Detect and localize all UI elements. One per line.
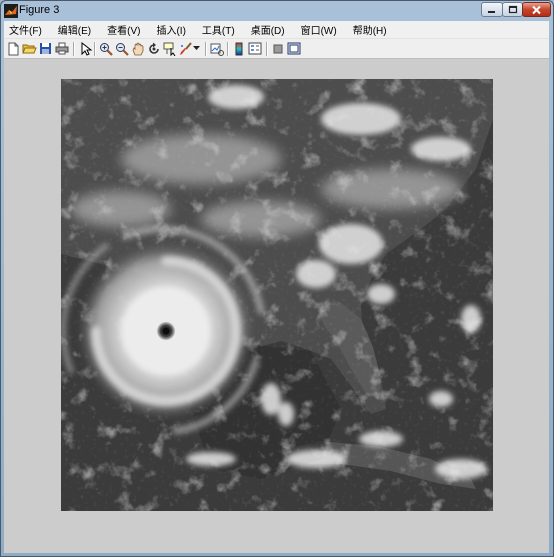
hide-plot-tools-icon xyxy=(273,44,282,53)
minimize-icon xyxy=(488,10,495,13)
pan-icon xyxy=(132,41,143,55)
pan-button[interactable] xyxy=(130,41,145,56)
edit-plot-button[interactable] xyxy=(78,41,93,56)
zoom-out-icon xyxy=(115,42,129,56)
close-button[interactable] xyxy=(522,2,551,17)
link-plot-button[interactable] xyxy=(209,41,224,56)
print-figure-icon xyxy=(55,42,68,55)
window-title: Figure 3 xyxy=(19,4,60,16)
rotate-3d-icon xyxy=(148,42,159,54)
new-figure-icon xyxy=(8,42,19,55)
figure-toolbar xyxy=(4,38,549,59)
hide-plot-tools-button[interactable] xyxy=(270,41,285,56)
open-file-icon xyxy=(22,44,37,54)
toolbar-separator xyxy=(94,42,96,56)
brush-dropdown-icon xyxy=(193,46,200,50)
zoom-in-button[interactable] xyxy=(98,41,113,56)
show-plot-tools-icon xyxy=(287,42,300,55)
maximize-button[interactable] xyxy=(502,2,523,17)
title-bar[interactable]: Figure 3 xyxy=(1,1,553,21)
close-icon xyxy=(532,5,541,14)
data-cursor-icon xyxy=(163,42,175,56)
maximize-icon xyxy=(508,5,517,14)
menu-tools[interactable]: 工具(T) xyxy=(197,22,240,37)
insert-legend-icon xyxy=(248,42,261,55)
menu-desktop[interactable]: 桌面(D) xyxy=(246,22,290,37)
menu-window[interactable]: 窗口(W) xyxy=(296,22,342,37)
image-axes[interactable] xyxy=(61,79,493,511)
save-figure-icon xyxy=(40,43,51,54)
insert-colorbar-button[interactable] xyxy=(231,41,246,56)
save-figure-button[interactable] xyxy=(38,41,53,56)
satellite-image xyxy=(61,79,493,511)
zoom-in-icon xyxy=(99,42,113,56)
link-plot-icon xyxy=(210,43,224,56)
rotate-3d-button[interactable] xyxy=(146,41,161,56)
menu-bar: 文件(F) 编辑(E) 查看(V) 插入(I) 工具(T) 桌面(D) 窗口(W… xyxy=(4,21,549,38)
menu-edit[interactable]: 编辑(E) xyxy=(53,22,96,37)
toolbar-separator xyxy=(227,42,229,56)
minimize-button[interactable] xyxy=(481,2,503,17)
menu-file[interactable]: 文件(F) xyxy=(4,22,47,37)
print-figure-button[interactable] xyxy=(54,41,69,56)
brush-icon xyxy=(179,41,192,55)
data-cursor-button[interactable] xyxy=(162,41,177,56)
brush-dropdown-button[interactable] xyxy=(192,41,201,56)
toolbar-separator xyxy=(266,42,268,56)
insert-colorbar-icon xyxy=(235,42,242,55)
menu-help[interactable]: 帮助(H) xyxy=(348,22,392,37)
figure-client-area: 文件(F) 编辑(E) 查看(V) 插入(I) 工具(T) 桌面(D) 窗口(W… xyxy=(4,21,549,553)
matlab-figure-icon xyxy=(4,4,18,18)
menu-insert[interactable]: 插入(I) xyxy=(151,22,190,37)
insert-legend-button[interactable] xyxy=(247,41,262,56)
toolbar-separator xyxy=(205,42,207,56)
new-figure-button[interactable] xyxy=(6,41,21,56)
edit-plot-icon xyxy=(81,41,92,56)
show-plot-tools-button[interactable] xyxy=(286,41,301,56)
menu-view[interactable]: 查看(V) xyxy=(102,22,145,37)
zoom-out-button[interactable] xyxy=(114,41,129,56)
toolbar-separator xyxy=(73,42,75,56)
figure-window: Figure 3 文件(F) 编辑(E) 查看(V) 插入(I) 工具(T) 桌… xyxy=(0,0,554,557)
open-file-button[interactable] xyxy=(22,41,37,56)
brush-button[interactable] xyxy=(178,41,193,56)
